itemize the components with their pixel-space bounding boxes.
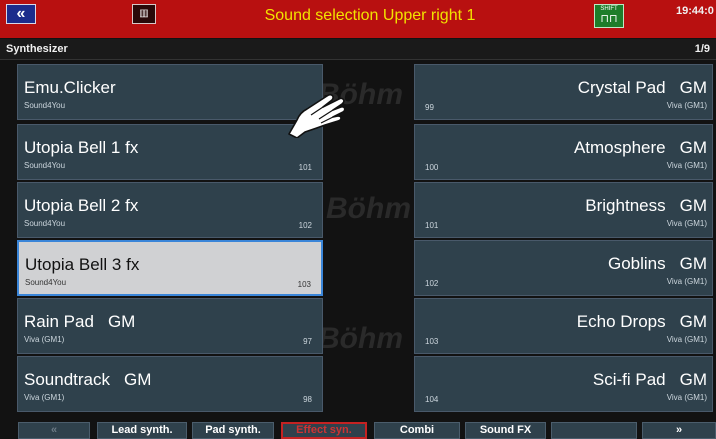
sound-name: Utopia Bell 3 fx <box>25 255 140 274</box>
tab-prev-page[interactable]: « <box>18 422 90 439</box>
gm-badge: GM <box>107 312 136 331</box>
tab-pad-synth[interactable]: Pad synth. <box>192 422 274 439</box>
header-row <box>0 39 716 60</box>
sound-slot-right-4[interactable]: Goblins GM Viva (GM1) 102 <box>414 240 713 296</box>
gm-badge: GM <box>679 78 707 97</box>
sound-maker: Viva (GM1) <box>24 393 65 402</box>
sound-number: 100 <box>425 163 439 172</box>
tab-combi[interactable]: Combi <box>374 422 460 439</box>
sound-maker: Sound4You <box>25 278 67 287</box>
sound-name-row: Emu.Clicker <box>24 78 130 98</box>
back-button[interactable]: « <box>6 4 36 24</box>
sound-name-row: Soundtrack GM <box>24 370 151 390</box>
sound-slot-right-3[interactable]: Brightness GM Viva (GM1) 101 <box>414 182 713 238</box>
shift-icon[interactable]: SHIFT ⊓⊓ <box>594 4 624 28</box>
gm-badge: GM <box>124 370 152 389</box>
sound-maker: Sound4You <box>24 219 66 228</box>
sound-maker: Viva (GM1) <box>666 335 707 344</box>
sound-name-row: Brightness GM <box>585 196 707 216</box>
sound-name: Goblins <box>607 254 666 273</box>
sound-name: Echo Drops <box>576 312 666 331</box>
sound-name: Sci-fi Pad <box>592 370 666 389</box>
sound-slot-left-4-selected[interactable]: Utopia Bell 3 fx Sound4You 103 <box>17 240 323 296</box>
sound-name-row: Crystal Pad GM <box>578 78 707 98</box>
sound-maker: Viva (GM1) <box>666 393 707 402</box>
sound-name-row: Goblins GM <box>608 254 707 274</box>
sound-maker: Viva (GM1) <box>666 219 707 228</box>
sound-slot-right-1[interactable]: Crystal Pad GM Viva (GM1) 99 <box>414 64 713 120</box>
tab-next-page[interactable]: » <box>642 422 716 439</box>
sound-name-row: Utopia Bell 1 fx <box>24 138 152 158</box>
sound-number: 98 <box>303 395 312 404</box>
tab-lead-synth[interactable]: Lead synth. <box>97 422 187 439</box>
tab-sound-fx[interactable]: Sound FX <box>465 422 546 439</box>
sound-number: 103 <box>425 337 439 346</box>
sound-name: Soundtrack <box>24 370 110 389</box>
sound-slot-left-3[interactable]: Utopia Bell 2 fx Sound4You 102 <box>17 182 323 238</box>
keys-glyph: ⊓⊓ <box>600 13 618 25</box>
gm-badge: GM <box>679 138 707 157</box>
sound-number: 104 <box>425 395 439 404</box>
gm-badge: GM <box>679 370 707 389</box>
sound-name-row: Utopia Bell 2 fx <box>24 196 152 216</box>
sound-number: 102 <box>425 279 439 288</box>
sound-maker: Viva (GM1) <box>666 101 707 110</box>
sound-maker: Sound4You <box>24 101 66 110</box>
brand-logo-watermark: Böhm <box>318 322 403 355</box>
mode-button[interactable]: ▥ <box>132 4 156 24</box>
sound-number: 97 <box>303 337 312 346</box>
gm-badge: GM <box>679 312 707 331</box>
tab-empty[interactable] <box>551 422 637 439</box>
sound-maker: Viva (GM1) <box>666 277 707 286</box>
sound-name-row: Rain Pad GM <box>24 312 135 332</box>
hand-pointer-icon <box>288 93 346 138</box>
sound-slot-right-6[interactable]: Sci-fi Pad GM Viva (GM1) 104 <box>414 356 713 412</box>
gm-badge: GM <box>679 254 707 273</box>
sound-slot-left-1[interactable]: Emu.Clicker Sound4You <box>17 64 323 120</box>
category-label: Synthesizer <box>6 43 68 55</box>
brand-logo-watermark: Böhm <box>326 192 411 225</box>
sound-number: 99 <box>425 103 434 112</box>
sound-slot-right-2[interactable]: Atmosphere GM Viva (GM1) 100 <box>414 124 713 180</box>
sound-name: Brightness <box>585 196 666 215</box>
sound-maker: Viva (GM1) <box>24 335 65 344</box>
sound-name: Emu.Clicker <box>24 78 116 97</box>
sound-maker: Viva (GM1) <box>666 161 707 170</box>
sound-name-row: Sci-fi Pad GM <box>593 370 707 390</box>
sound-slot-left-5[interactable]: Rain Pad GM Viva (GM1) 97 <box>17 298 323 354</box>
page-indicator: 1/9 <box>694 43 710 55</box>
sound-name-row: Echo Drops GM <box>577 312 707 332</box>
sound-slot-left-2[interactable]: Utopia Bell 1 fx Sound4You 101 <box>17 124 323 180</box>
clock: 19:44:0 <box>676 5 714 17</box>
sound-slot-right-5[interactable]: Echo Drops GM Viva (GM1) 103 <box>414 298 713 354</box>
sound-name: Rain Pad <box>24 312 94 331</box>
sound-name: Utopia Bell 2 fx <box>24 196 139 215</box>
screen-title: Sound selection Upper right 1 <box>264 7 476 24</box>
gm-badge: GM <box>679 196 707 215</box>
sound-name: Crystal Pad <box>577 78 666 97</box>
sound-slot-left-6[interactable]: Soundtrack GM Viva (GM1) 98 <box>17 356 323 412</box>
tab-effect-syn[interactable]: Effect syn. <box>281 422 367 439</box>
shift-label: SHIFT <box>600 6 618 12</box>
sound-name-row: Utopia Bell 3 fx <box>25 255 153 275</box>
sound-name: Atmosphere <box>573 138 666 157</box>
sound-maker: Sound4You <box>24 161 66 170</box>
sound-number: 101 <box>425 221 439 230</box>
sound-number: 101 <box>298 163 312 172</box>
sound-number: 102 <box>298 221 312 230</box>
sound-name-row: Atmosphere GM <box>574 138 707 158</box>
sound-number: 103 <box>297 280 311 289</box>
sound-name: Utopia Bell 1 fx <box>24 138 139 157</box>
